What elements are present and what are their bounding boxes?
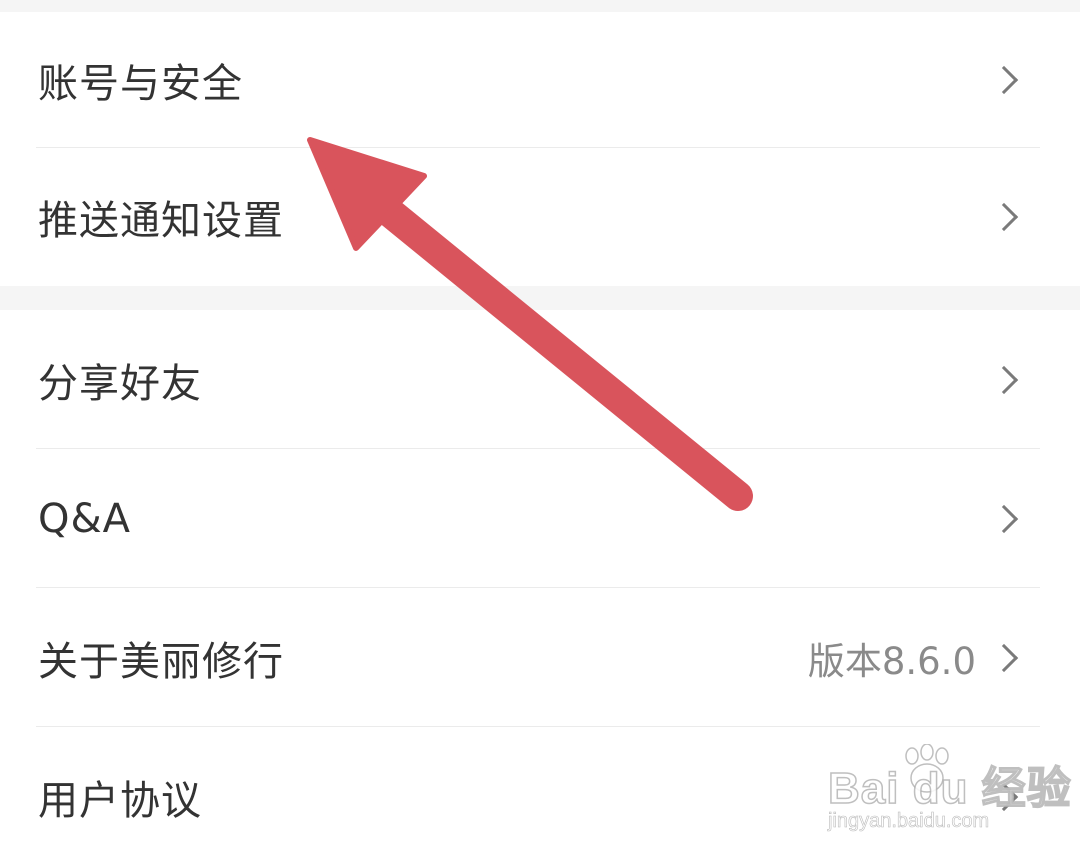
settings-item-label: 用户协议: [38, 777, 202, 824]
settings-item-label: 账号与安全: [38, 61, 243, 107]
settings-item-label: 分享好友: [38, 360, 202, 407]
chevron-right-icon: [989, 782, 1019, 811]
settings-group-2: 分享好友 Q&A 关于美丽修行 版本8.6.0 用户协议: [0, 310, 1080, 866]
chevron-right-icon: [989, 504, 1019, 533]
chevron-right-icon: [989, 65, 1019, 95]
chevron-right-icon: [989, 202, 1019, 232]
chevron-right-icon: [989, 643, 1019, 672]
settings-group-1: 账号与安全 推送通知设置: [0, 12, 1080, 286]
settings-item-qa[interactable]: Q&A: [0, 449, 1080, 588]
top-gap: [0, 0, 1080, 12]
settings-item-label: 关于美丽修行: [38, 638, 284, 685]
chevron-right-icon: [989, 365, 1019, 394]
section-divider: [0, 286, 1080, 310]
settings-item-label: 推送通知设置: [38, 198, 284, 244]
settings-item-share-friends[interactable]: 分享好友: [0, 310, 1080, 449]
settings-item-about[interactable]: 关于美丽修行 版本8.6.0: [0, 588, 1080, 727]
settings-item-label: Q&A: [38, 495, 132, 542]
settings-item-user-agreement[interactable]: 用户协议: [0, 727, 1080, 866]
settings-item-push-notifications[interactable]: 推送通知设置: [0, 148, 1080, 286]
settings-item-account-security[interactable]: 账号与安全: [0, 12, 1080, 148]
version-value: 版本8.6.0: [807, 639, 976, 683]
